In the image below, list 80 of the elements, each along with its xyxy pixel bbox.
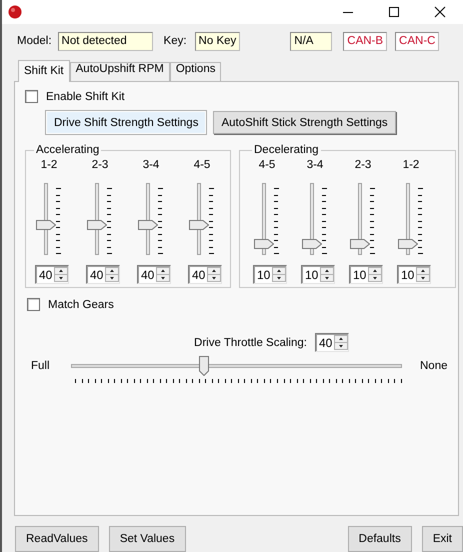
slider-thumb[interactable] xyxy=(398,238,418,249)
mode-button[interactable]: AutoShift Stick Strength Settings xyxy=(213,111,396,134)
tick-marks xyxy=(322,188,326,254)
spin-box[interactable]: 40 xyxy=(86,265,120,284)
tab[interactable]: AutoUpshift RPM xyxy=(70,62,170,81)
field-label: Model: xyxy=(17,35,52,47)
group-title: Decelerating xyxy=(253,144,320,156)
app-logo-icon xyxy=(8,5,22,19)
tick-marks xyxy=(56,188,60,254)
slider-thumb[interactable] xyxy=(199,356,210,376)
slider-thumb[interactable] xyxy=(86,220,106,230)
tick-marks xyxy=(106,188,112,254)
slider-label: 4-5 xyxy=(194,158,210,173)
spinner-arrows-icon[interactable] xyxy=(54,267,68,282)
slider-label: 3-4 xyxy=(142,158,160,173)
slider-track[interactable] xyxy=(398,183,418,255)
status-field: CAN-C xyxy=(395,32,440,50)
checkbox[interactable] xyxy=(27,298,40,311)
spin-box[interactable]: 10 xyxy=(349,265,383,284)
tick-marks xyxy=(418,188,422,254)
key-field[interactable]: No Key xyxy=(194,32,240,50)
slider-track[interactable] xyxy=(350,183,370,255)
tick-marks xyxy=(208,188,214,254)
slider-track[interactable] xyxy=(254,183,274,255)
footer-button[interactable]: Defaults xyxy=(348,526,412,552)
slider-track[interactable] xyxy=(71,356,402,386)
slider-label: 1-2 xyxy=(402,158,420,173)
slider-label: 3-4 xyxy=(306,158,324,173)
spinner-arrows-icon[interactable] xyxy=(207,267,221,282)
slider-label: 2-3 xyxy=(92,158,108,173)
maximize-icon[interactable] xyxy=(388,6,400,18)
slider-thumb[interactable] xyxy=(302,238,322,249)
slider-min-label: Full xyxy=(31,359,51,372)
spinner-arrows-icon[interactable] xyxy=(334,335,348,350)
spinner-arrows-icon[interactable] xyxy=(368,267,382,282)
spinner-arrows-icon[interactable] xyxy=(416,267,430,282)
checkbox-label: Enable Shift Kit xyxy=(46,90,125,102)
slider-label: 1-2 xyxy=(40,158,58,173)
spinner-arrows-icon[interactable] xyxy=(156,267,170,282)
mode-button[interactable]: Drive Shift Strength Settings xyxy=(46,111,206,134)
slider-track[interactable] xyxy=(302,183,322,255)
footer-button[interactable]: Exit xyxy=(422,526,463,552)
slider-thumb[interactable] xyxy=(254,238,274,249)
spin-box[interactable]: 40 xyxy=(35,265,69,284)
spin-box[interactable]: 10 xyxy=(253,265,287,284)
slider-track[interactable] xyxy=(36,183,56,255)
slider-thumb[interactable] xyxy=(350,238,370,249)
tab[interactable]: Shift Kit xyxy=(18,60,70,82)
spin-box[interactable]: 40 xyxy=(188,265,222,284)
spin-box[interactable]: 10 xyxy=(397,265,431,284)
tab[interactable]: Options xyxy=(170,62,222,81)
spin-box[interactable]: 40 xyxy=(137,265,171,284)
slider-thumb[interactable] xyxy=(188,220,208,230)
slider-label: 4-5 xyxy=(258,158,276,173)
checkbox[interactable] xyxy=(25,90,38,103)
slider-track[interactable] xyxy=(188,183,208,255)
status-field: N/A xyxy=(290,32,332,50)
tick-marks xyxy=(274,188,278,254)
field-label: Key: xyxy=(164,35,187,47)
slider-thumb[interactable] xyxy=(36,220,56,230)
spin-box[interactable]: 40 xyxy=(314,333,349,352)
footer-button[interactable]: ReadValues xyxy=(15,526,99,552)
tick-marks xyxy=(158,188,162,254)
spinner-arrows-icon[interactable] xyxy=(272,267,286,282)
slider-max-label: None xyxy=(420,359,448,372)
spin-box[interactable]: 10 xyxy=(301,265,335,284)
slider-track[interactable] xyxy=(138,183,158,255)
throttle-label: Drive Throttle Scaling: xyxy=(194,336,307,348)
status-field: CAN-B xyxy=(343,32,388,50)
slider-thumb[interactable] xyxy=(138,220,158,230)
slider-label: 2-3 xyxy=(354,158,372,173)
group-title: Accelerating xyxy=(35,144,100,156)
close-icon[interactable] xyxy=(434,6,446,18)
model-field[interactable]: Not detected xyxy=(58,32,153,50)
spinner-arrows-icon[interactable] xyxy=(320,267,334,282)
tick-marks xyxy=(370,188,374,254)
slider-track[interactable] xyxy=(86,183,106,255)
checkbox-label: Match Gears xyxy=(48,298,114,310)
footer-button[interactable]: Set Values xyxy=(108,526,186,552)
spinner-arrows-icon[interactable] xyxy=(105,267,119,282)
